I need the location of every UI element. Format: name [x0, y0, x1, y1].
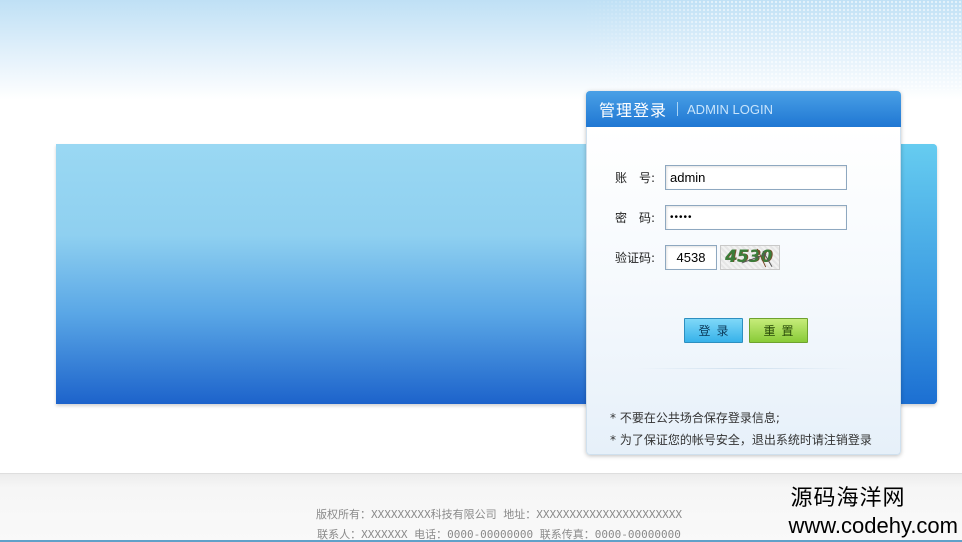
login-subtitle: ADMIN LOGIN — [687, 101, 773, 117]
login-form: 账 号: admin 密 码: ••••• 验证码: 4538 4530 登录 … — [586, 127, 901, 455]
watermark-title: 源码海洋网 — [790, 486, 906, 511]
watermark-url: www.codehy.com — [788, 513, 958, 538]
login-title: 管理登录 — [599, 101, 668, 120]
captcha-row: 验证码: 4538 4530 — [615, 245, 780, 270]
watermark: 源码海洋网 www.codehy.com — [738, 485, 958, 539]
world-map-decoration — [582, 0, 962, 90]
username-row: 账 号: admin — [615, 165, 847, 190]
username-label: 账 号: — [615, 171, 656, 185]
tip-item: * 不要在公共场合保存登录信息; — [610, 411, 780, 425]
form-divider — [637, 368, 852, 369]
top-sky-background — [0, 0, 962, 100]
captcha-input[interactable]: 4538 — [665, 245, 717, 270]
login-panel: 管理登录 ADMIN LOGIN 账 号: admin 密 码: ••••• 验… — [586, 91, 901, 455]
password-input[interactable]: ••••• — [665, 205, 847, 230]
captcha-label: 验证码: — [615, 251, 656, 265]
reset-button[interactable]: 重置 — [749, 318, 808, 343]
login-button[interactable]: 登录 — [684, 318, 743, 343]
login-header: 管理登录 ADMIN LOGIN — [586, 91, 901, 127]
username-input[interactable]: admin — [665, 165, 847, 190]
captcha-image[interactable]: 4530 — [720, 245, 780, 270]
password-row: 密 码: ••••• — [615, 205, 847, 230]
header-separator — [677, 102, 679, 116]
password-label: 密 码: — [615, 211, 656, 225]
login-tips: * 不要在公共场合保存登录信息; * 为了保证您的帐号安全，退出系统时请注销登录 — [610, 407, 900, 451]
tip-item: * 为了保证您的帐号安全，退出系统时请注销登录 — [610, 433, 872, 447]
